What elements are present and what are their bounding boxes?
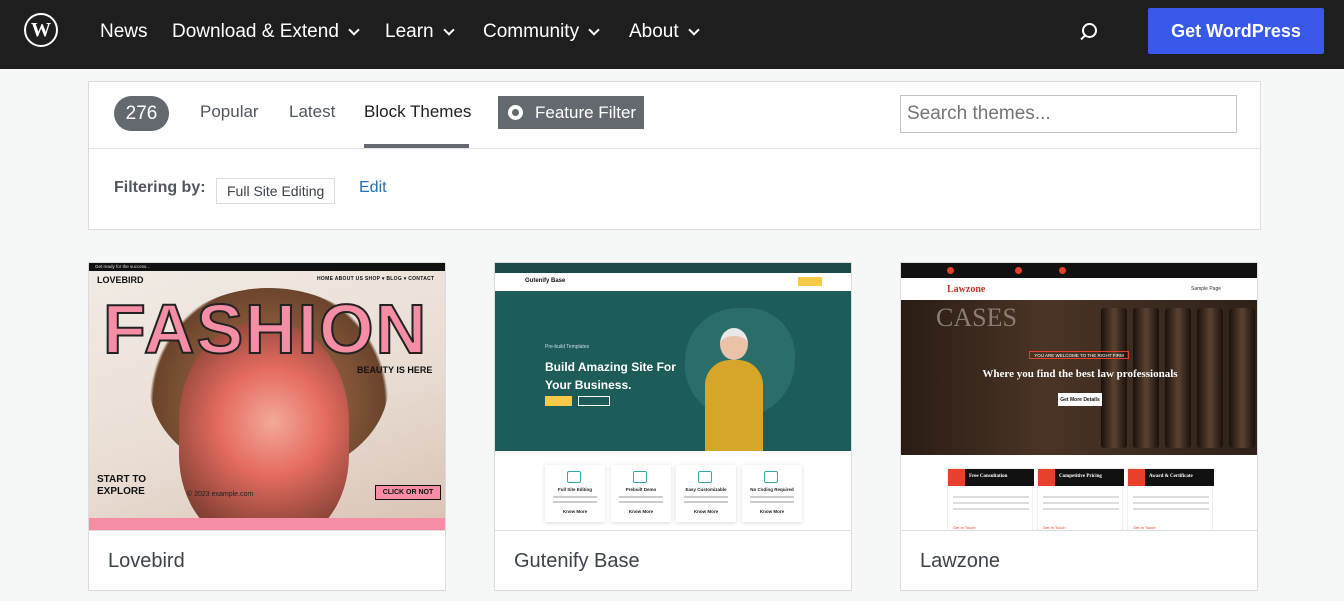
get-wordpress-button[interactable]: Get WordPress bbox=[1148, 8, 1324, 54]
edit-filters-link[interactable]: Edit bbox=[359, 179, 387, 197]
active-tab-indicator bbox=[364, 144, 469, 148]
wordpress-logo-icon[interactable]: W bbox=[24, 13, 58, 47]
theme-name[interactable]: Lovebird bbox=[108, 550, 185, 573]
theme-screenshot[interactable]: Lawzone Sample Page CASES YOU ARE WELCOM… bbox=[901, 263, 1257, 531]
feature-filter-label: Feature Filter bbox=[535, 102, 637, 122]
tab-popular[interactable]: Popular bbox=[200, 102, 259, 122]
woman-photo bbox=[703, 328, 763, 451]
chevron-down-icon bbox=[588, 23, 600, 36]
search-icon[interactable] bbox=[1078, 22, 1100, 44]
feature-filter-button[interactable]: Feature Filter bbox=[498, 96, 644, 129]
active-filter-chip: Full Site Editing bbox=[216, 178, 336, 204]
theme-card-gutenify-base[interactable]: Gutenify Base Pre-build Templates Build … bbox=[494, 262, 852, 591]
theme-count-badge: 276 bbox=[114, 96, 169, 131]
chevron-down-icon bbox=[687, 23, 700, 36]
nav-item-label: News bbox=[100, 21, 148, 42]
theme-filter-panel: 276 Popular Latest Block Themes Feature … bbox=[88, 81, 1261, 230]
nav-item-label: Download & Extend bbox=[172, 21, 339, 42]
theme-filter-tabs: 276 Popular Latest Block Themes Feature … bbox=[89, 82, 1260, 149]
theme-card-lawzone[interactable]: Lawzone Sample Page CASES YOU ARE WELCOM… bbox=[900, 262, 1258, 591]
theme-card-lovebird[interactable]: Get ready for the success... LOVEBIRD HO… bbox=[88, 262, 446, 591]
theme-name[interactable]: Gutenify Base bbox=[514, 550, 640, 573]
top-navigation-bar: W News Download & Extend Learn Community… bbox=[0, 0, 1344, 69]
nav-item-label: Community bbox=[483, 21, 580, 42]
nav-item-label: Learn bbox=[385, 21, 434, 42]
tab-block-themes[interactable]: Block Themes bbox=[364, 102, 471, 122]
chevron-down-icon bbox=[348, 23, 360, 36]
nav-item-label: About bbox=[629, 21, 679, 42]
chevron-down-icon bbox=[442, 23, 455, 36]
nav-item-download-extend[interactable]: Download & Extend bbox=[172, 0, 360, 64]
nav-item-learn[interactable]: Learn bbox=[385, 0, 455, 64]
nav-item-news[interactable]: News bbox=[100, 0, 148, 64]
theme-name[interactable]: Lawzone bbox=[920, 550, 1000, 573]
nav-item-community[interactable]: Community bbox=[483, 0, 600, 64]
nav-item-about[interactable]: About bbox=[629, 0, 700, 64]
gear-icon bbox=[508, 105, 523, 120]
tab-latest[interactable]: Latest bbox=[289, 102, 335, 122]
search-themes-input[interactable] bbox=[900, 95, 1237, 133]
theme-screenshot[interactable]: Get ready for the success... LOVEBIRD HO… bbox=[89, 263, 445, 531]
filtering-by-label: Filtering by: bbox=[114, 179, 206, 196]
theme-screenshot[interactable]: Gutenify Base Pre-build Templates Build … bbox=[495, 263, 851, 531]
